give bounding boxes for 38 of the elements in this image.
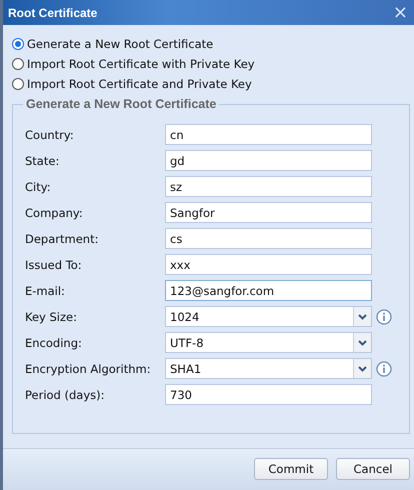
dialog-button[interactable]: Cancel bbox=[336, 458, 410, 480]
chevron-down-icon bbox=[358, 340, 367, 346]
input-field[interactable]: cn bbox=[165, 124, 372, 145]
input-field[interactable]: Sangfor bbox=[165, 202, 372, 223]
field-label: Department: bbox=[25, 232, 100, 246]
radio-button[interactable] bbox=[12, 78, 24, 90]
info-icon[interactable] bbox=[376, 308, 392, 324]
input-field[interactable]: cs bbox=[165, 228, 372, 249]
radio-label[interactable]: Generate a New Root Certificate bbox=[27, 37, 214, 51]
input-field[interactable]: xxx bbox=[165, 254, 372, 275]
info-icon[interactable] bbox=[376, 360, 392, 376]
field-label: City: bbox=[25, 180, 52, 194]
chevron-down-icon bbox=[358, 314, 367, 320]
radio-button[interactable] bbox=[12, 58, 24, 70]
field-label: E-mail: bbox=[25, 284, 66, 298]
close-button[interactable]: × bbox=[390, 4, 410, 22]
field-label: Encryption Algorithm: bbox=[25, 362, 152, 376]
radio-button[interactable] bbox=[12, 38, 24, 50]
input-field[interactable]: gd bbox=[165, 150, 372, 171]
window-title: Root Certificate bbox=[8, 6, 98, 20]
field-label: State: bbox=[25, 154, 60, 168]
field-label: Issued To: bbox=[25, 258, 83, 272]
input-field[interactable]: 730 bbox=[165, 384, 372, 405]
field-label: Country: bbox=[25, 128, 75, 142]
field-label: Company: bbox=[25, 206, 84, 220]
input-field[interactable]: 123@sangfor.com bbox=[165, 280, 372, 301]
field-label: Period (days): bbox=[25, 388, 106, 402]
dialog-button[interactable]: Commit bbox=[254, 458, 328, 480]
input-field[interactable]: sz bbox=[165, 176, 372, 197]
radio-label[interactable]: Import Root Certificate and Private Key bbox=[27, 77, 252, 91]
group-title: Generate a New Root Certificate bbox=[23, 97, 220, 111]
field-label: Encoding: bbox=[25, 336, 83, 350]
dropdown[interactable]: SHA1 bbox=[165, 358, 372, 379]
chevron-down-icon bbox=[358, 366, 367, 372]
radio-label[interactable]: Import Root Certificate with Private Key bbox=[27, 57, 255, 71]
dropdown[interactable]: 1024 bbox=[165, 306, 372, 327]
field-label: Key Size: bbox=[25, 310, 78, 324]
dropdown[interactable]: UTF-8 bbox=[165, 332, 372, 353]
